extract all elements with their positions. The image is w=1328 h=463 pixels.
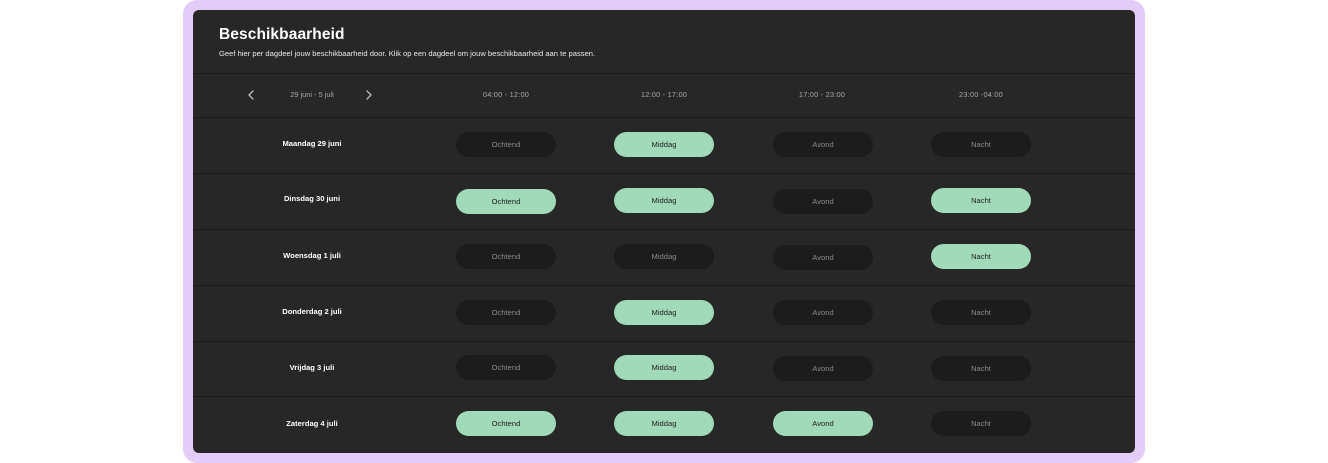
page-subtitle: Geef hier per dagdeel jouw beschikbaarhe… — [219, 49, 596, 58]
card-header: Beschikbaarheid Geef hier per dagdeel jo… — [193, 10, 1135, 73]
page-title: Beschikbaarheid — [219, 26, 345, 43]
slot-toggle-evening[interactable]: Avond — [773, 245, 873, 270]
slot-toggle-night[interactable]: Nacht — [931, 411, 1031, 436]
day-row: Maandag 29 juni Ochtend Middag Avond Nacht — [193, 118, 1135, 174]
day-label: Vrijdag 3 juli — [289, 363, 335, 372]
day-row: Dinsdag 30 juni Ochtend Middag Avond Nacht — [193, 174, 1135, 230]
day-label: Dinsdag 30 juni — [283, 194, 341, 203]
slot-header-morning: 04:00 - 12:00 — [482, 90, 530, 99]
availability-card: Beschikbaarheid Geef hier per dagdeel jo… — [193, 10, 1135, 453]
day-row: Donderdag 2 juli Ochtend Middag Avond Nacht — [193, 286, 1135, 342]
schedule-header-row: 29 juni - 5 juli 04:00 - 12:00 12:00 - 1… — [193, 73, 1135, 118]
previous-week-button[interactable] — [243, 87, 259, 103]
day-label: Donderdag 2 juli — [282, 307, 342, 316]
day-label: Woensdag 1 juli — [283, 251, 341, 260]
week-range-label: 29 juni - 5 juli — [290, 90, 334, 99]
slot-toggle-morning[interactable]: Ochtend — [456, 300, 556, 325]
slot-header-evening: 17:00 - 23:00 — [798, 90, 846, 99]
slot-toggle-afternoon[interactable]: Middag — [614, 244, 714, 269]
slot-header-night: 23:00 -04:00 — [959, 90, 1003, 99]
slot-toggle-night[interactable]: Nacht — [931, 300, 1031, 325]
slot-toggle-morning[interactable]: Ochtend — [456, 355, 556, 380]
slot-toggle-afternoon[interactable]: Middag — [614, 411, 714, 436]
slot-toggle-evening[interactable]: Avond — [773, 300, 873, 325]
slot-toggle-evening[interactable]: Avond — [773, 189, 873, 214]
slot-toggle-afternoon[interactable]: Middag — [614, 300, 714, 325]
day-row: Woensdag 1 juli Ochtend Middag Avond Nacht — [193, 230, 1135, 286]
slot-toggle-night[interactable]: Nacht — [931, 356, 1031, 381]
slot-toggle-morning[interactable]: Ochtend — [456, 244, 556, 269]
day-label: Maandag 29 juni — [282, 139, 342, 148]
day-row: Zaterdag 4 juli Ochtend Middag Avond Nacht — [193, 397, 1135, 453]
slot-toggle-afternoon[interactable]: Middag — [614, 355, 714, 380]
slot-toggle-morning[interactable]: Ochtend — [456, 189, 556, 214]
slot-toggle-morning[interactable]: Ochtend — [456, 411, 556, 436]
slot-toggle-afternoon[interactable]: Middag — [614, 188, 714, 213]
slot-toggle-night[interactable]: Nacht — [931, 132, 1031, 157]
chevron-left-icon — [248, 90, 254, 100]
slot-toggle-evening[interactable]: Avond — [773, 411, 873, 436]
next-week-button[interactable] — [361, 87, 377, 103]
day-label: Zaterdag 4 juli — [286, 419, 338, 428]
slot-toggle-night[interactable]: Nacht — [931, 244, 1031, 269]
slot-toggle-afternoon[interactable]: Middag — [614, 132, 714, 157]
day-row: Vrijdag 3 juli Ochtend Middag Avond Nacht — [193, 341, 1135, 397]
slot-toggle-evening[interactable]: Avond — [773, 356, 873, 381]
slot-toggle-night[interactable]: Nacht — [931, 188, 1031, 213]
slot-header-afternoon: 12:00 - 17:00 — [640, 90, 688, 99]
slot-toggle-morning[interactable]: Ochtend — [456, 132, 556, 157]
chevron-right-icon — [366, 90, 372, 100]
slot-toggle-evening[interactable]: Avond — [773, 132, 873, 157]
